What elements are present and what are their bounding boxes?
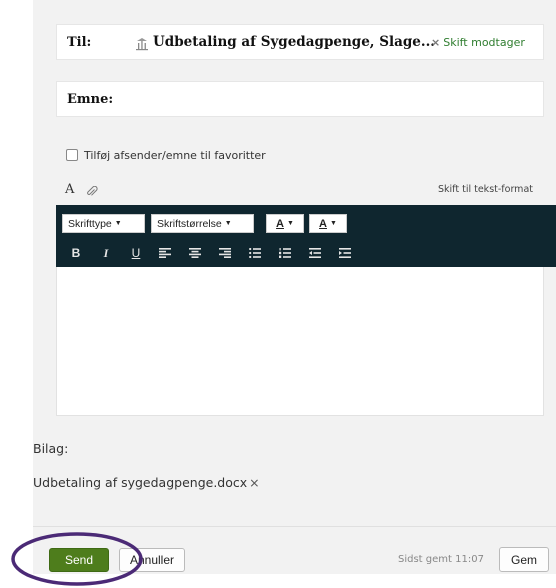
align-center-button[interactable] — [186, 245, 204, 261]
bold-icon: B — [71, 246, 81, 260]
attachments-label: Bilag: — [33, 441, 69, 456]
cancel-label: Annuller — [129, 553, 175, 567]
recipient-row: Til: Udbetaling af Sygedagpenge, Slage..… — [56, 24, 544, 60]
text-color-dropdown[interactable]: A ▼ — [266, 214, 304, 233]
bullet-list-icon — [249, 248, 261, 258]
favorites-label: Tilføj afsender/emne til favoritter — [84, 148, 266, 162]
save-button[interactable]: Gem — [499, 547, 549, 572]
send-button[interactable]: Send — [49, 548, 109, 572]
subject-field[interactable]: Emne: — [56, 81, 544, 117]
italic-icon: I — [103, 245, 109, 260]
footer-divider — [33, 526, 556, 527]
align-left-icon — [159, 248, 171, 258]
cancel-button[interactable]: Annuller — [119, 548, 185, 572]
font-family-dropdown[interactable]: Skrifttype ▼ — [62, 214, 145, 233]
remove-attachment-icon[interactable]: × — [249, 475, 259, 490]
save-label: Gem — [510, 552, 537, 567]
background-color-label: A — [319, 217, 327, 230]
underline-button[interactable]: U — [127, 245, 145, 261]
organization-icon — [135, 36, 149, 51]
font-size-label: Skriftstørrelse — [157, 217, 222, 230]
italic-button[interactable]: I — [97, 245, 115, 261]
send-label: Send — [64, 553, 94, 567]
caret-down-icon: ▼ — [330, 220, 337, 227]
favorites-option[interactable]: Tilføj afsender/emne til favoritter — [66, 147, 266, 163]
change-recipient-link[interactable]: × Skift modtager — [431, 36, 525, 49]
font-family-label: Skrifttype — [68, 217, 112, 230]
recipient-name: Udbetaling af Sygedagpenge, Slage... — [153, 34, 435, 50]
bullet-list-button[interactable] — [246, 245, 264, 261]
underline-icon: U — [131, 246, 141, 260]
change-recipient-label: Skift modtager — [443, 36, 525, 49]
align-right-icon — [219, 248, 231, 258]
background-color-dropdown[interactable]: A ▼ — [309, 214, 347, 233]
caret-down-icon: ▼ — [114, 220, 122, 227]
attachment-item: Udbetaling af sygedagpenge.docx × — [33, 475, 260, 490]
bold-button[interactable]: B — [67, 245, 85, 261]
paperclip-icon[interactable] — [86, 183, 98, 196]
numbered-list-button[interactable] — [276, 245, 294, 261]
indent-button[interactable] — [336, 245, 354, 261]
attachment-name[interactable]: Udbetaling af sygedagpenge.docx — [33, 475, 247, 490]
close-icon: × — [431, 36, 441, 49]
last-saved-status: Sidst gemt 11:07 — [398, 554, 484, 565]
subject-label: Emne: — [67, 92, 114, 107]
align-right-button[interactable] — [216, 245, 234, 261]
caret-down-icon: ▼ — [224, 220, 232, 227]
outdent-button[interactable] — [306, 245, 324, 261]
indent-icon — [339, 248, 351, 258]
outdent-icon — [309, 248, 321, 258]
favorites-checkbox[interactable] — [66, 149, 78, 161]
text-color-label: A — [276, 217, 284, 230]
align-left-button[interactable] — [156, 245, 174, 261]
align-center-icon — [189, 248, 201, 258]
to-label: Til: — [67, 35, 92, 50]
switch-to-text-format-link[interactable]: Skift til tekst-format — [438, 184, 533, 195]
text-format-icon[interactable]: A — [65, 182, 74, 197]
caret-down-icon: ▼ — [287, 220, 294, 227]
message-body-editor[interactable] — [56, 267, 544, 416]
editor-toolbar: Skrifttype ▼ Skriftstørrelse ▼ A ▼ A ▼ B I U — [56, 205, 556, 267]
font-size-dropdown[interactable]: Skriftstørrelse ▼ — [151, 214, 254, 233]
numbered-list-icon — [279, 248, 291, 258]
